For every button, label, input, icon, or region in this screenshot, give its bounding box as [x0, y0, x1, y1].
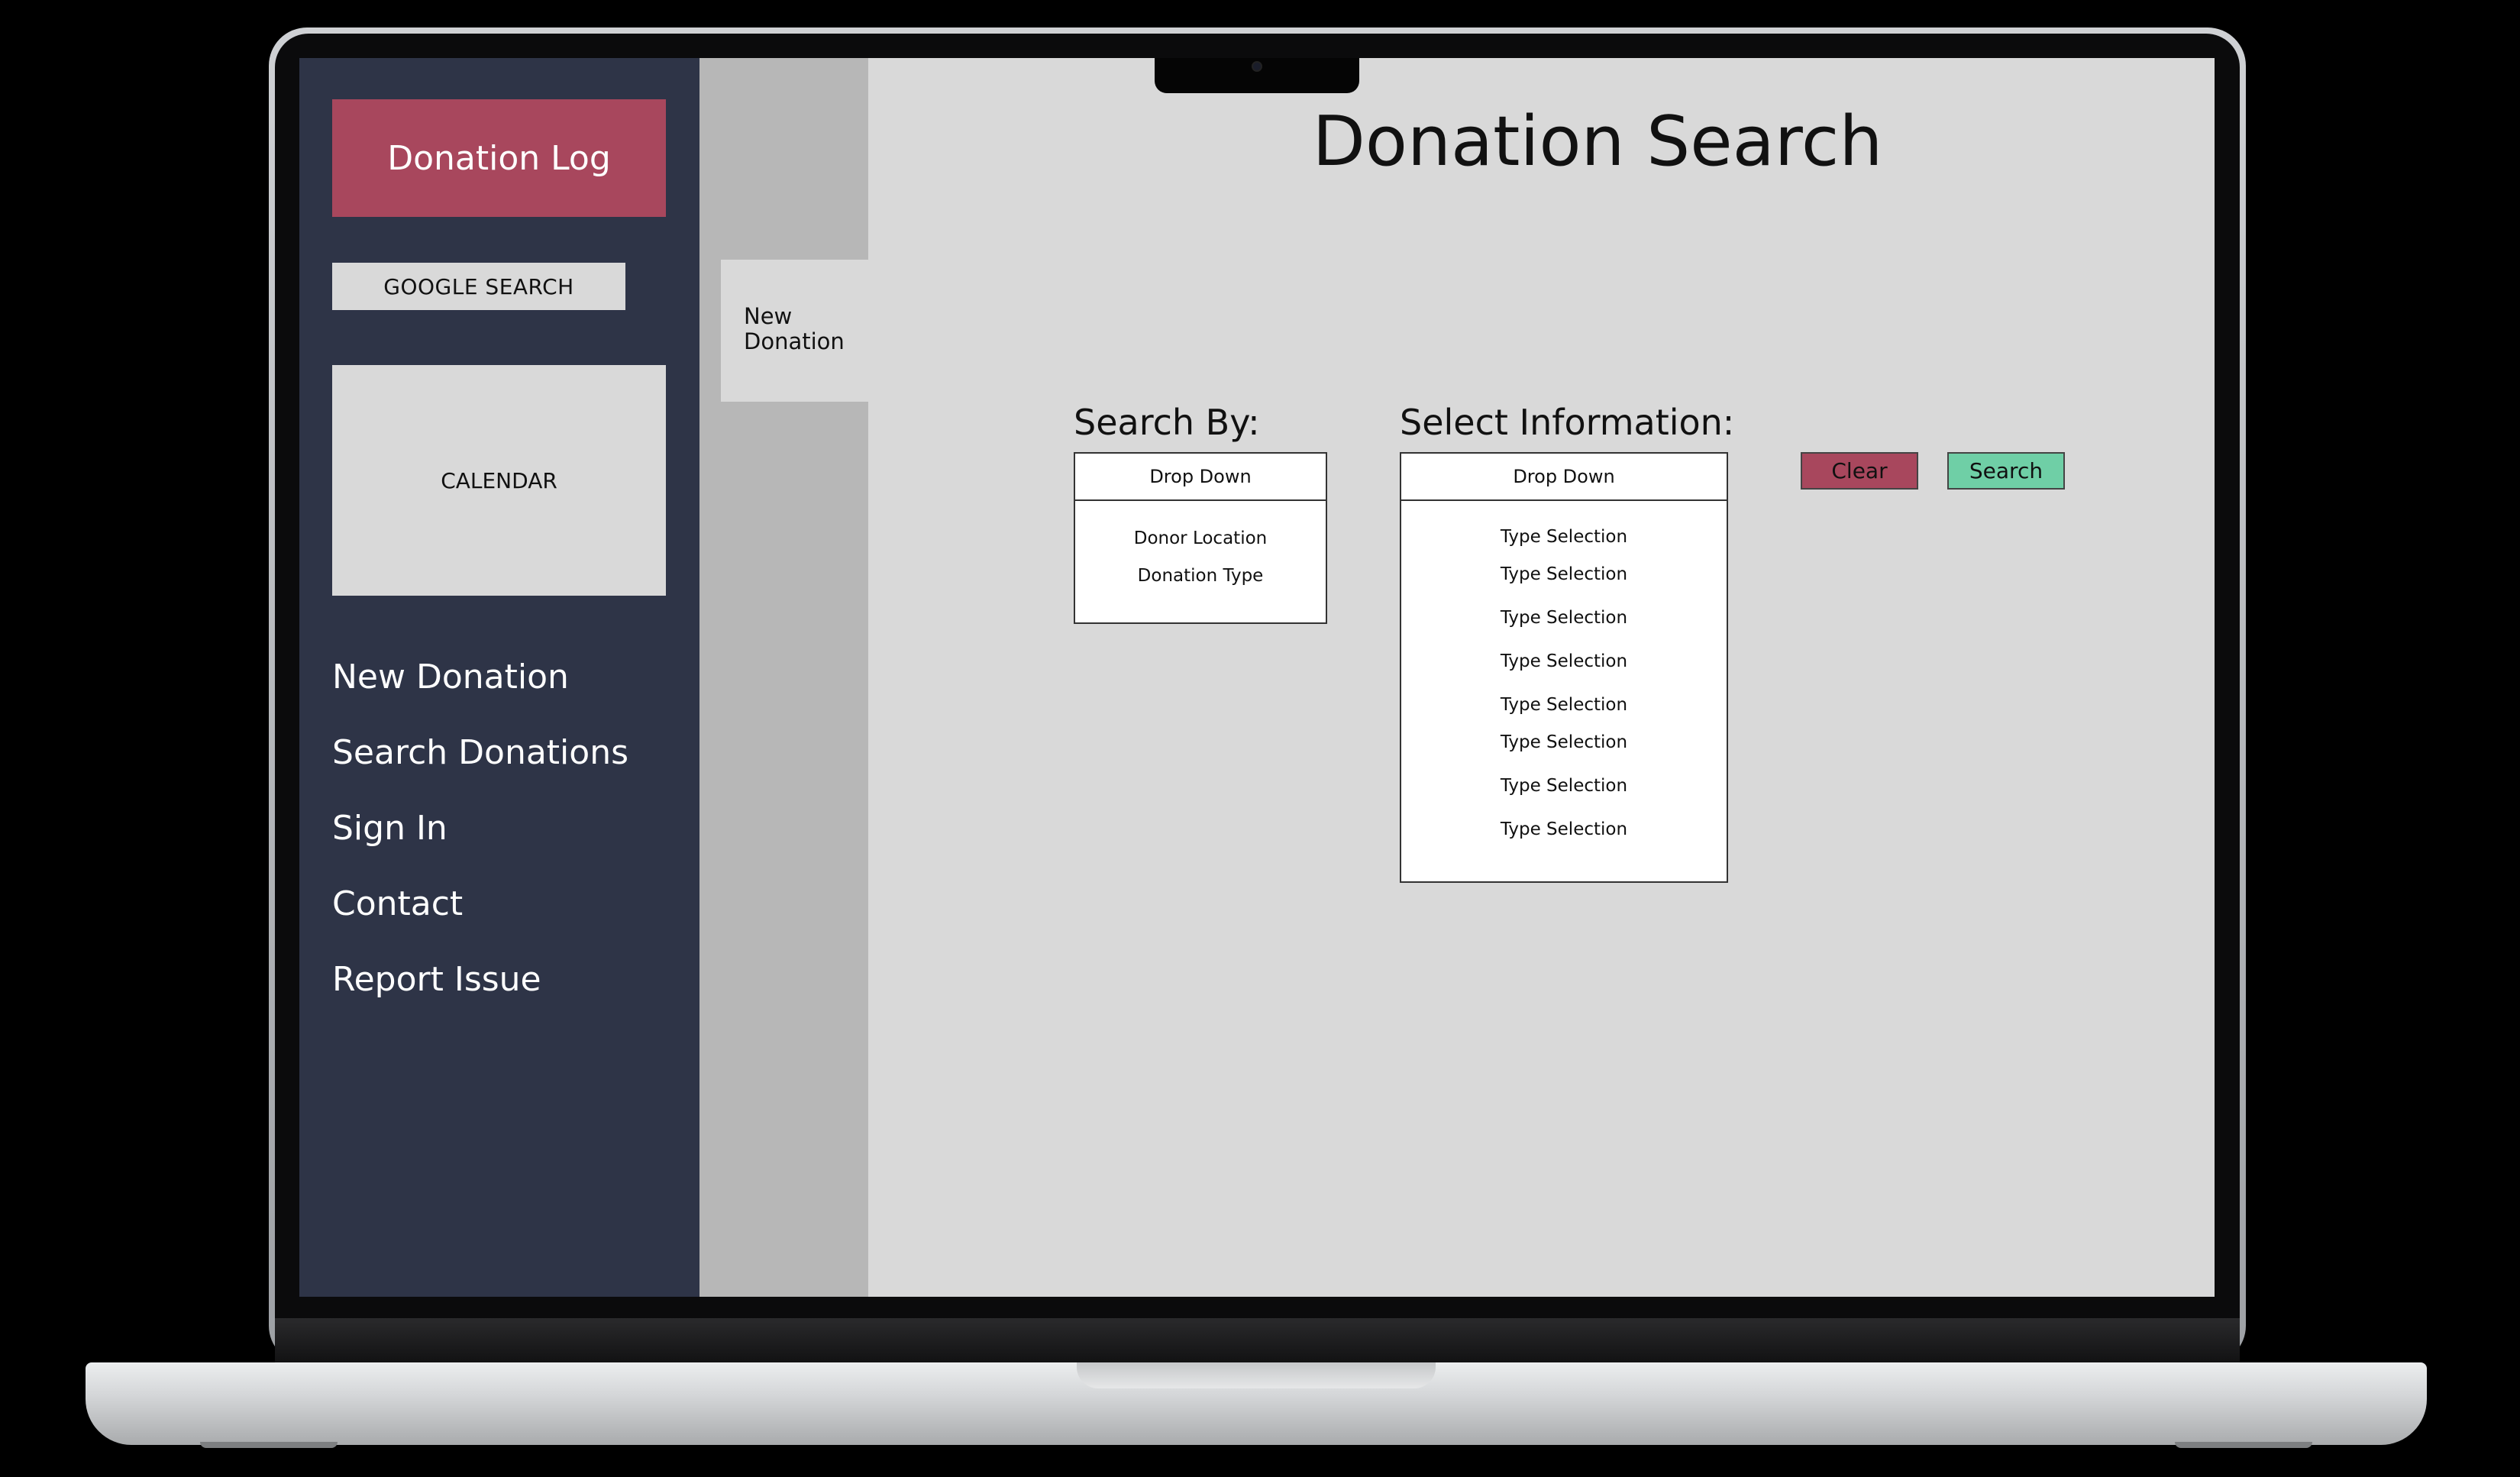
clear-button-label: Clear [1831, 458, 1888, 483]
calendar-widget[interactable]: CALENDAR [332, 365, 666, 596]
nav-search-donations[interactable]: Search Donations [332, 736, 628, 770]
laptop-hinge [275, 1318, 2240, 1362]
search-by-dropdown[interactable]: Drop Down Donor Location Donation Type [1074, 452, 1327, 624]
tab-label-line2: Donation [744, 328, 845, 355]
search-button-label: Search [1969, 458, 2043, 483]
type-selection-option[interactable]: Type Selection [1401, 528, 1727, 546]
search-button[interactable]: Search [1947, 452, 2065, 490]
calendar-label: CALENDAR [441, 467, 557, 493]
donation-log-label: Donation Log [387, 138, 611, 178]
tab-new-donation[interactable]: New Donation [721, 260, 868, 402]
select-information-dropdown-header[interactable]: Drop Down [1401, 454, 1727, 501]
type-selection-option[interactable]: Type Selection [1401, 609, 1727, 627]
nav-report-issue[interactable]: Report Issue [332, 963, 541, 997]
google-search-label: GOOGLE SEARCH [383, 273, 574, 299]
type-selection-option[interactable]: Type Selection [1401, 821, 1727, 839]
clear-button[interactable]: Clear [1801, 452, 1918, 490]
nav-sign-in[interactable]: Sign In [332, 812, 447, 845]
type-selection-option[interactable]: Type Selection [1401, 653, 1727, 671]
search-by-option-donor-location[interactable]: Donor Location [1075, 530, 1326, 548]
search-by-option-donation-type[interactable]: Donation Type [1075, 567, 1326, 585]
screen: Donation Log GOOGLE SEARCH CALENDAR New … [299, 58, 2215, 1297]
type-selection-option[interactable]: Type Selection [1401, 777, 1727, 795]
secondary-panel [699, 58, 868, 1297]
page-title: Donation Search [1312, 102, 1883, 182]
camera-icon [1252, 61, 1262, 72]
sidebar: Donation Log GOOGLE SEARCH CALENDAR New … [299, 58, 699, 1297]
select-information-label: Select Information: [1400, 402, 1735, 443]
tab-label-line1: New [744, 303, 793, 329]
donation-log-button[interactable]: Donation Log [332, 99, 666, 217]
search-by-label: Search By: [1074, 402, 1260, 443]
laptop-opening-notch [1077, 1362, 1436, 1388]
type-selection-option[interactable]: Type Selection [1401, 566, 1727, 583]
laptop-foot-left [200, 1442, 338, 1448]
select-information-dropdown[interactable]: Drop Down Type Selection Type Selection … [1400, 452, 1728, 883]
google-search-button[interactable]: GOOGLE SEARCH [332, 263, 625, 310]
type-selection-option[interactable]: Type Selection [1401, 696, 1727, 714]
nav-contact[interactable]: Contact [332, 887, 463, 921]
nav-new-donation[interactable]: New Donation [332, 661, 569, 694]
laptop-foot-right [2175, 1442, 2312, 1448]
type-selection-option[interactable]: Type Selection [1401, 734, 1727, 751]
search-by-dropdown-header[interactable]: Drop Down [1075, 454, 1326, 501]
